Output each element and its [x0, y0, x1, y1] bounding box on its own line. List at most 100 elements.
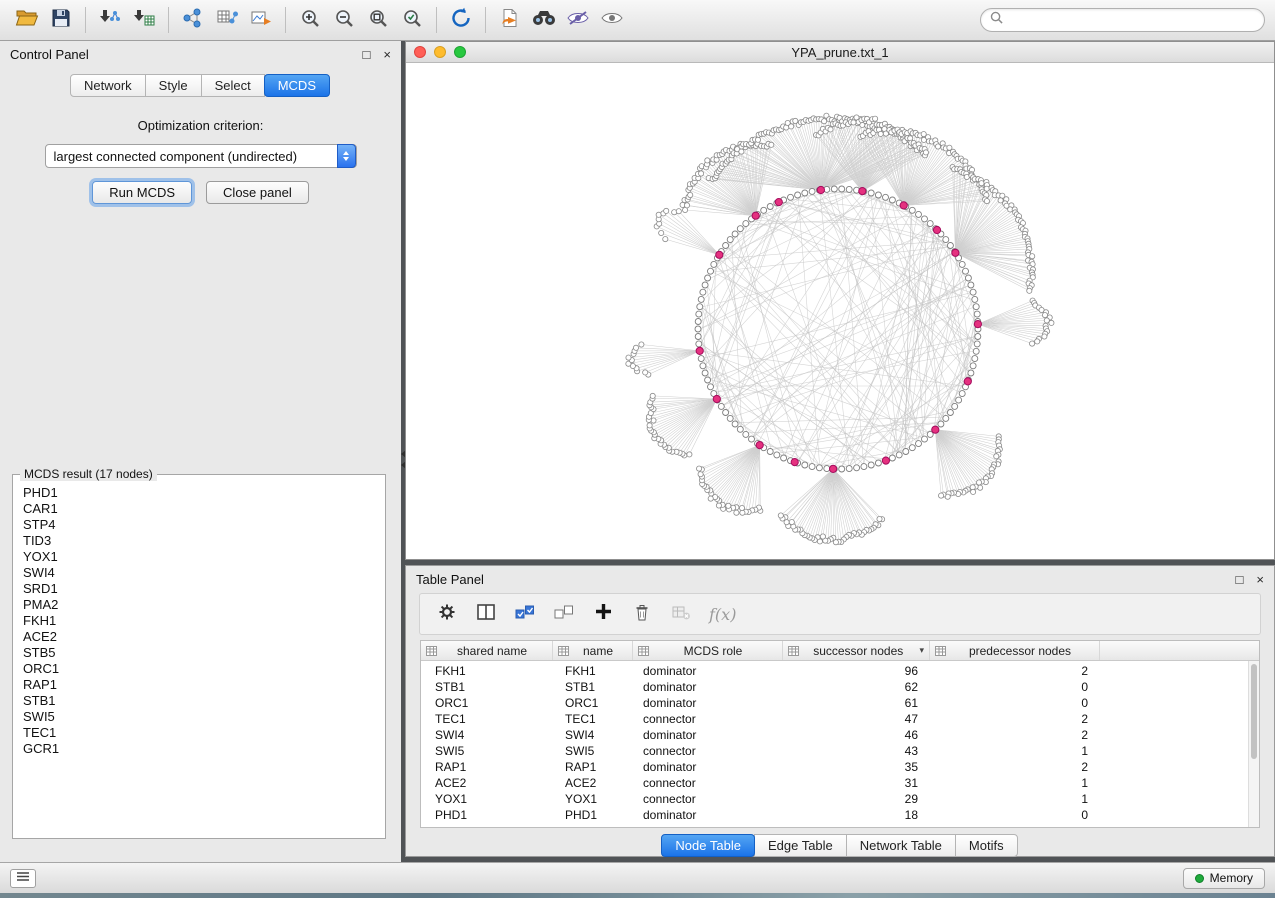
cell-name[interactable]: FKH1	[553, 664, 633, 678]
cell-successor_nodes[interactable]: 43	[783, 744, 930, 758]
zoom-out-button[interactable]	[327, 4, 361, 36]
list-item[interactable]: YOX1	[15, 549, 383, 565]
cell-mcds_role[interactable]: dominator	[633, 808, 783, 822]
cell-mcds_role[interactable]: dominator	[633, 728, 783, 742]
table-settings-button[interactable]	[432, 600, 462, 628]
cell-shared_name[interactable]: TEC1	[421, 712, 553, 726]
list-item[interactable]: STB1	[15, 693, 383, 709]
cell-mcds_role[interactable]: dominator	[633, 664, 783, 678]
network-table-button[interactable]	[210, 4, 244, 36]
cell-name[interactable]: STB1	[553, 680, 633, 694]
list-item[interactable]: SWI5	[15, 709, 383, 725]
new-network-button[interactable]	[176, 4, 210, 36]
scrollbar-thumb[interactable]	[1251, 664, 1257, 759]
show-columns-button[interactable]	[471, 600, 501, 628]
table-row[interactable]: STB1STB1dominator620	[421, 679, 1259, 695]
cell-predecessor_nodes[interactable]: 0	[930, 808, 1100, 822]
show-all-button[interactable]	[595, 4, 629, 36]
list-item[interactable]: SWI4	[15, 565, 383, 581]
cell-successor_nodes[interactable]: 96	[783, 664, 930, 678]
float-panel-icon[interactable]: □	[1236, 572, 1244, 587]
export-document-button[interactable]	[493, 4, 527, 36]
list-item[interactable]: PMA2	[15, 597, 383, 613]
cell-name[interactable]: TEC1	[553, 712, 633, 726]
cell-predecessor_nodes[interactable]: 2	[930, 712, 1100, 726]
network-window-titlebar[interactable]: YPA_prune.txt_1	[406, 42, 1274, 63]
cell-shared_name[interactable]: FKH1	[421, 664, 553, 678]
cell-mcds_role[interactable]: connector	[633, 744, 783, 758]
list-item[interactable]: GCR1	[15, 741, 383, 757]
cell-name[interactable]: YOX1	[553, 792, 633, 806]
cell-name[interactable]: SWI4	[553, 728, 633, 742]
list-item[interactable]: FKH1	[15, 613, 383, 629]
find-button[interactable]	[527, 4, 561, 36]
export-image-button[interactable]	[244, 4, 278, 36]
save-session-button[interactable]	[44, 4, 78, 36]
cell-predecessor_nodes[interactable]: 1	[930, 744, 1100, 758]
list-item[interactable]: CAR1	[15, 501, 383, 517]
cell-shared_name[interactable]: RAP1	[421, 760, 553, 774]
tab-network[interactable]: Network	[70, 74, 146, 97]
table-row[interactable]: ACE2ACE2connector311	[421, 775, 1259, 791]
sort-chevron-icon[interactable]: ▾	[919, 645, 924, 656]
cell-name[interactable]: RAP1	[553, 760, 633, 774]
list-item[interactable]: PHD1	[15, 485, 383, 501]
criterion-dropdown[interactable]: largest connected component (undirected)	[45, 144, 357, 168]
list-item[interactable]: STB5	[15, 645, 383, 661]
cell-shared_name[interactable]: SWI4	[421, 728, 553, 742]
tab-style[interactable]: Style	[145, 74, 202, 97]
cell-mcds_role[interactable]: dominator	[633, 760, 783, 774]
zoom-in-button[interactable]	[293, 4, 327, 36]
column-header-predecessor-nodes[interactable]: predecessor nodes	[930, 641, 1100, 660]
cell-mcds_role[interactable]: dominator	[633, 696, 783, 710]
zoom-selected-button[interactable]	[395, 4, 429, 36]
table-row[interactable]: FKH1FKH1dominator962	[421, 663, 1259, 679]
cell-successor_nodes[interactable]: 35	[783, 760, 930, 774]
close-window-icon[interactable]	[414, 46, 426, 58]
cell-predecessor_nodes[interactable]: 0	[930, 696, 1100, 710]
cell-shared_name[interactable]: PHD1	[421, 808, 553, 822]
open-file-button[interactable]	[10, 4, 44, 36]
cell-mcds_role[interactable]: connector	[633, 712, 783, 726]
network-canvas[interactable]	[406, 63, 1274, 559]
table-row[interactable]: RAP1RAP1dominator352	[421, 759, 1259, 775]
tab-motifs[interactable]: Motifs	[955, 834, 1018, 857]
cell-successor_nodes[interactable]: 62	[783, 680, 930, 694]
cell-successor_nodes[interactable]: 29	[783, 792, 930, 806]
task-history-button[interactable]	[10, 869, 36, 888]
column-header-MCDS-role[interactable]: MCDS role	[633, 641, 783, 660]
cell-predecessor_nodes[interactable]: 1	[930, 792, 1100, 806]
apply-layout-button[interactable]	[444, 4, 478, 36]
table-row[interactable]: SWI4SWI4dominator462	[421, 727, 1259, 743]
close-panel-icon[interactable]: ×	[1256, 572, 1264, 587]
cell-name[interactable]: SWI5	[553, 744, 633, 758]
list-item[interactable]: ACE2	[15, 629, 383, 645]
column-header-shared-name[interactable]: shared name	[421, 641, 553, 660]
table-row[interactable]: TEC1TEC1connector472	[421, 711, 1259, 727]
run-mcds-button[interactable]: Run MCDS	[92, 181, 192, 204]
cell-mcds_role[interactable]: dominator	[633, 680, 783, 694]
close-panel-button[interactable]: Close panel	[206, 181, 309, 204]
search-input[interactable]	[1009, 13, 1255, 28]
cell-predecessor_nodes[interactable]: 2	[930, 664, 1100, 678]
cell-shared_name[interactable]: STB1	[421, 680, 553, 694]
cell-name[interactable]: ORC1	[553, 696, 633, 710]
import-table-button[interactable]	[127, 4, 161, 36]
cell-name[interactable]: PHD1	[553, 808, 633, 822]
list-item[interactable]: TEC1	[15, 725, 383, 741]
cell-predecessor_nodes[interactable]: 2	[930, 760, 1100, 774]
tab-network-table[interactable]: Network Table	[846, 834, 956, 857]
cell-successor_nodes[interactable]: 61	[783, 696, 930, 710]
cell-successor_nodes[interactable]: 46	[783, 728, 930, 742]
cell-predecessor_nodes[interactable]: 2	[930, 728, 1100, 742]
tab-node-table[interactable]: Node Table	[661, 834, 755, 857]
cell-shared_name[interactable]: ORC1	[421, 696, 553, 710]
delete-column-button[interactable]	[627, 600, 657, 628]
list-item[interactable]: SRD1	[15, 581, 383, 597]
column-header-name[interactable]: name	[553, 641, 633, 660]
zoom-fit-button[interactable]	[361, 4, 395, 36]
cell-shared_name[interactable]: SWI5	[421, 744, 553, 758]
cell-mcds_role[interactable]: connector	[633, 792, 783, 806]
table-row[interactable]: PHD1PHD1dominator180	[421, 807, 1259, 823]
cell-successor_nodes[interactable]: 18	[783, 808, 930, 822]
